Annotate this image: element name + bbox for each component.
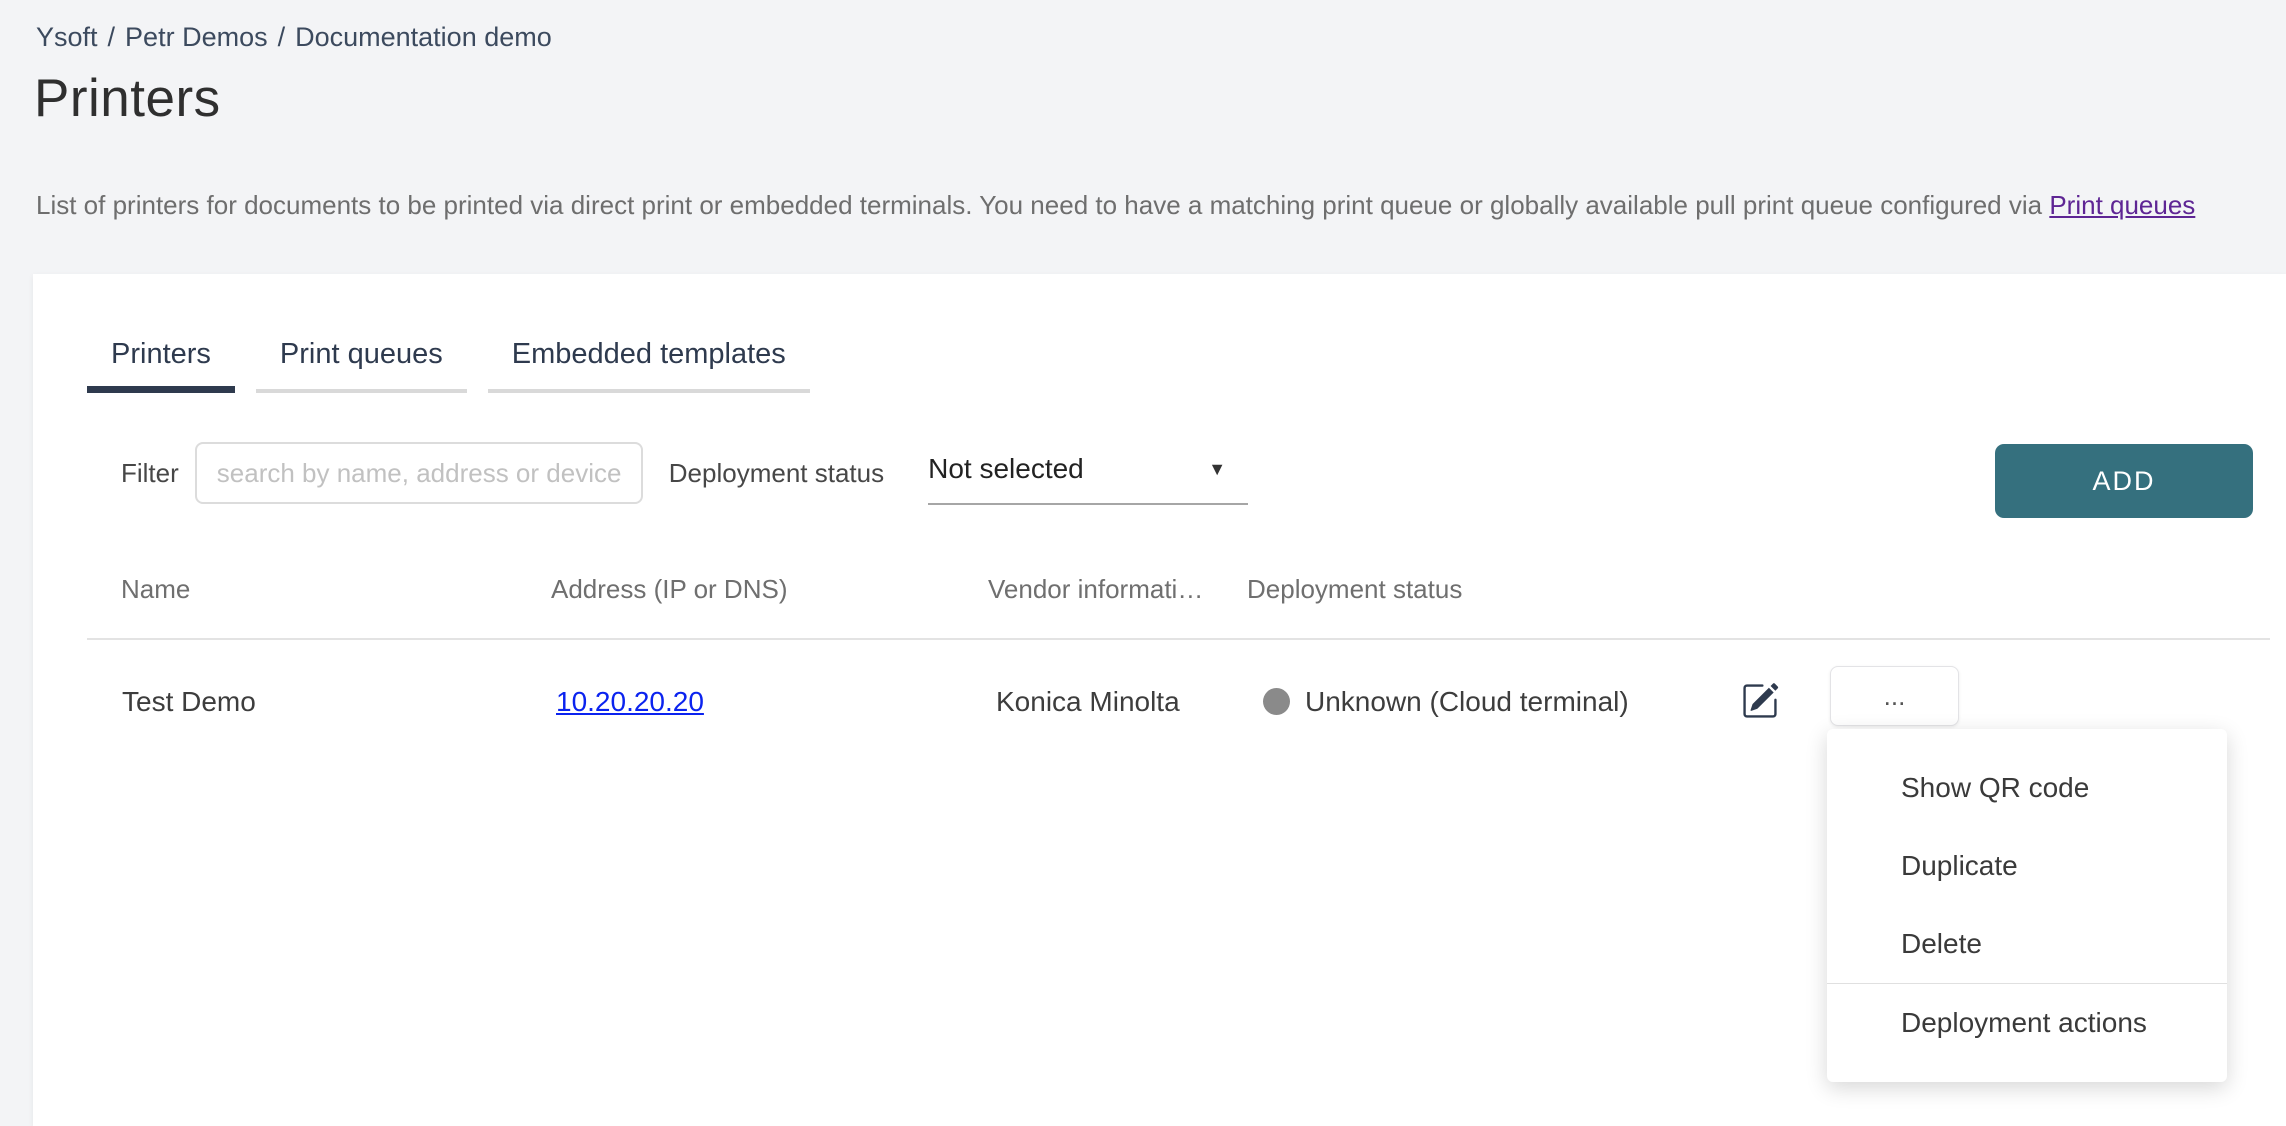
printer-address-link[interactable]: 10.20.20.20 bbox=[556, 686, 704, 717]
print-queues-link[interactable]: Print queues bbox=[2049, 190, 2195, 220]
menu-item-delete[interactable]: Delete bbox=[1827, 905, 2227, 983]
breadcrumb-separator: / bbox=[98, 22, 126, 52]
breadcrumb-link-account[interactable]: Ysoft bbox=[36, 22, 98, 52]
breadcrumb: Ysoft/Petr Demos/Documentation demo bbox=[36, 22, 552, 53]
search-input[interactable] bbox=[195, 442, 643, 504]
breadcrumb-link-group[interactable]: Petr Demos bbox=[125, 22, 268, 52]
column-header-name: Name bbox=[121, 574, 190, 605]
menu-item-duplicate[interactable]: Duplicate bbox=[1827, 827, 2227, 905]
menu-item-deployment-actions[interactable]: Deployment actions bbox=[1827, 984, 2227, 1062]
edit-icon bbox=[1741, 708, 1779, 723]
column-header-vendor: Vendor informati… bbox=[988, 574, 1203, 605]
page-description-text: List of printers for documents to be pri… bbox=[36, 190, 2049, 220]
deployment-status-label: Deployment status bbox=[669, 458, 884, 489]
table-header-divider bbox=[87, 638, 2270, 640]
tab-print-queues[interactable]: Print queues bbox=[256, 338, 467, 393]
tab-bar: Printers Print queues Embedded templates bbox=[87, 338, 810, 393]
deployment-status-selected-value: Not selected bbox=[928, 453, 1084, 485]
printers-card: Printers Print queues Embedded templates… bbox=[33, 274, 2286, 1126]
page-description: List of printers for documents to be pri… bbox=[36, 190, 2195, 221]
printer-deployment-status: Unknown (Cloud terminal) bbox=[1305, 666, 1629, 738]
table-header-row: Name Address (IP or DNS) Vendor informat… bbox=[33, 574, 2286, 608]
menu-item-show-qr-code[interactable]: Show QR code bbox=[1827, 749, 2227, 827]
printer-name: Test Demo bbox=[122, 666, 256, 738]
row-actions-menu-button[interactable]: ... bbox=[1830, 666, 1959, 726]
chevron-down-icon: ▼ bbox=[1208, 459, 1226, 480]
printer-vendor: Konica Minolta bbox=[996, 666, 1180, 738]
status-dot-icon bbox=[1263, 688, 1290, 715]
tab-embedded-templates[interactable]: Embedded templates bbox=[488, 338, 810, 393]
deployment-status-select[interactable]: Not selected ▼ bbox=[928, 441, 1248, 505]
filter-label: Filter bbox=[121, 458, 179, 489]
printer-address-cell: 10.20.20.20 bbox=[556, 666, 704, 738]
column-header-deployment-status: Deployment status bbox=[1247, 574, 1462, 605]
breadcrumb-separator: / bbox=[268, 22, 296, 52]
column-header-address: Address (IP or DNS) bbox=[551, 574, 787, 605]
add-printer-button[interactable]: ADD bbox=[1995, 444, 2253, 518]
row-actions-context-menu: Show QR code Duplicate Delete Deployment… bbox=[1827, 729, 2227, 1082]
page-title: Printers bbox=[34, 68, 221, 129]
edit-printer-button[interactable] bbox=[1738, 680, 1782, 724]
filter-row: Filter Deployment status Not selected ▼ bbox=[121, 440, 1248, 506]
table-row: Test Demo 10.20.20.20 Konica Minolta Unk… bbox=[33, 666, 2286, 738]
tab-printers[interactable]: Printers bbox=[87, 338, 235, 393]
breadcrumb-link-site[interactable]: Documentation demo bbox=[295, 22, 552, 52]
